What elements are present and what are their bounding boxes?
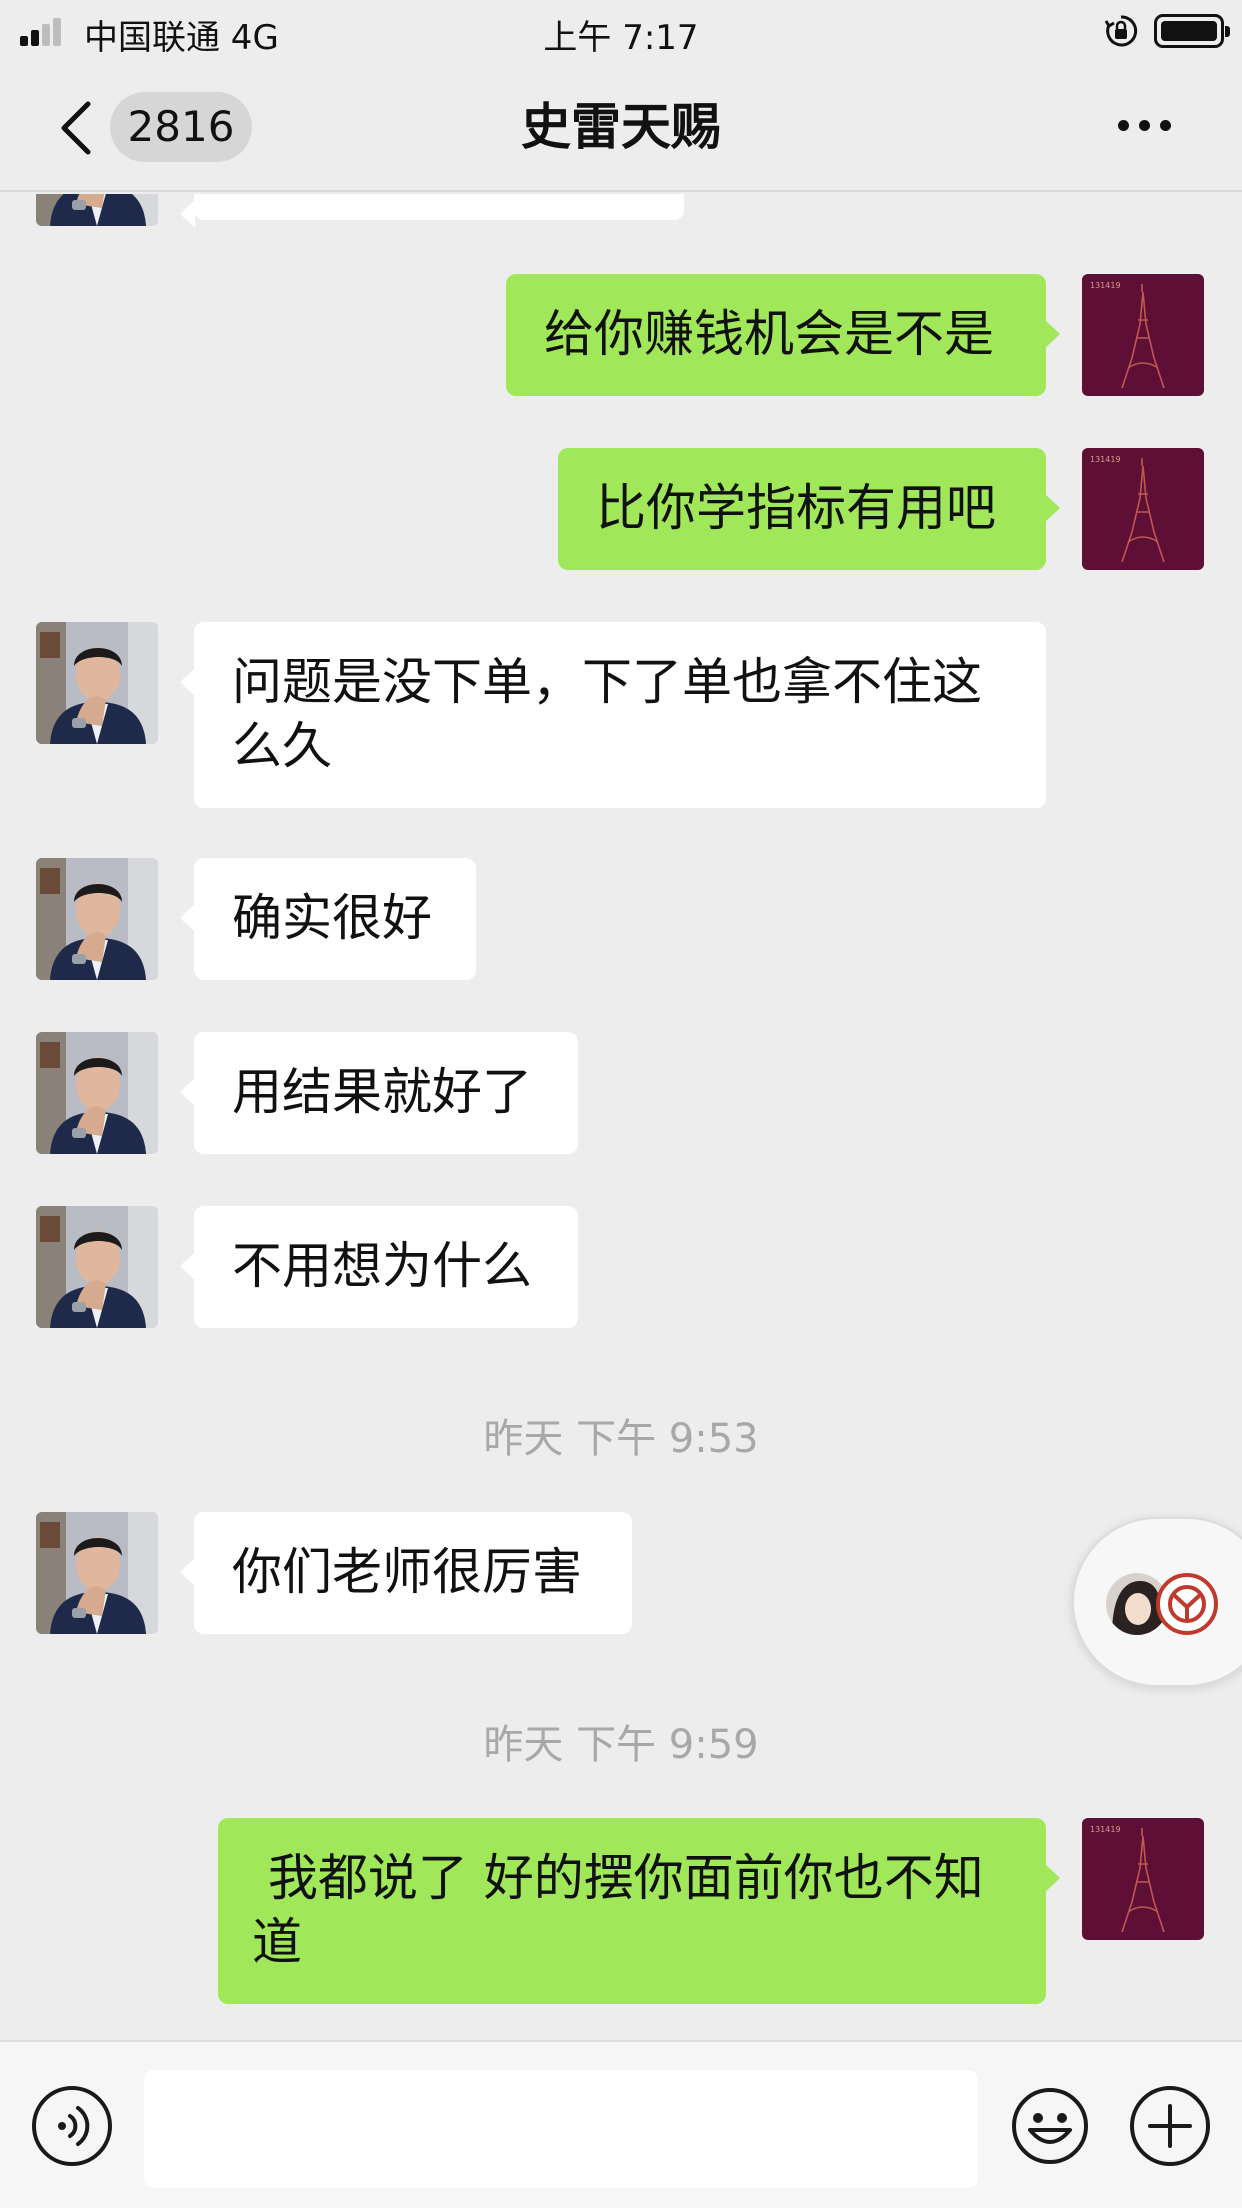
- my-avatar[interactable]: [1082, 274, 1204, 396]
- app-logo-icon: [1156, 1573, 1218, 1635]
- contact-avatar[interactable]: [36, 1512, 158, 1634]
- floating-window-widget[interactable]: [1072, 1517, 1242, 1687]
- message-bubble-received[interactable]: 确实很好: [180, 858, 476, 980]
- message-bubble-received[interactable]: [180, 194, 684, 228]
- battery-icon: [1154, 14, 1230, 48]
- contact-avatar[interactable]: [36, 194, 158, 226]
- contact-avatar[interactable]: [36, 622, 158, 744]
- contact-avatar[interactable]: [36, 858, 158, 980]
- message-input[interactable]: [144, 2070, 978, 2188]
- message-bubble-sent[interactable]: 比你学指标有用吧: [558, 448, 1060, 570]
- contact-avatar[interactable]: [36, 1206, 158, 1328]
- chat-header: 2816 史雷天赐: [0, 62, 1242, 192]
- status-bar: 中国联通 4G 上午 7:17: [0, 0, 1242, 62]
- rotation-lock-icon: [1104, 15, 1138, 47]
- voice-icon[interactable]: [32, 2086, 112, 2166]
- chat-title: 史雷天赐: [521, 98, 721, 156]
- message-bubble-received[interactable]: 你们老师很厉害: [180, 1512, 632, 1634]
- message-bubble-received[interactable]: 用结果就好了: [180, 1032, 578, 1154]
- plus-icon[interactable]: [1130, 2086, 1210, 2166]
- emoji-icon[interactable]: [1010, 2086, 1090, 2166]
- contact-avatar[interactable]: [36, 1032, 158, 1154]
- my-avatar[interactable]: [1082, 448, 1204, 570]
- message-timestamp: 昨天 下午 9:53: [483, 1416, 759, 1462]
- ellipsis-icon[interactable]: [1110, 106, 1180, 146]
- my-avatar[interactable]: [1082, 1818, 1204, 1940]
- message-timestamp: 昨天 下午 9:59: [483, 1722, 759, 1768]
- message-bubble-sent[interactable]: 我都说了 好的摆你面前你也不知道: [218, 1818, 1060, 2004]
- status-time: 上午 7:17: [543, 18, 699, 58]
- message-bubble-received[interactable]: 不用想为什么: [180, 1206, 578, 1328]
- message-list[interactable]: 给你赚钱机会是不是 比你学指标有用吧 问题是没下单，下了单也拿不住这么久 确实很…: [0, 194, 1242, 2040]
- input-bar: [0, 2040, 1242, 2208]
- message-bubble-received[interactable]: 问题是没下单，下了单也拿不住这么久: [180, 622, 1046, 808]
- message-bubble-sent[interactable]: 给你赚钱机会是不是: [506, 274, 1060, 396]
